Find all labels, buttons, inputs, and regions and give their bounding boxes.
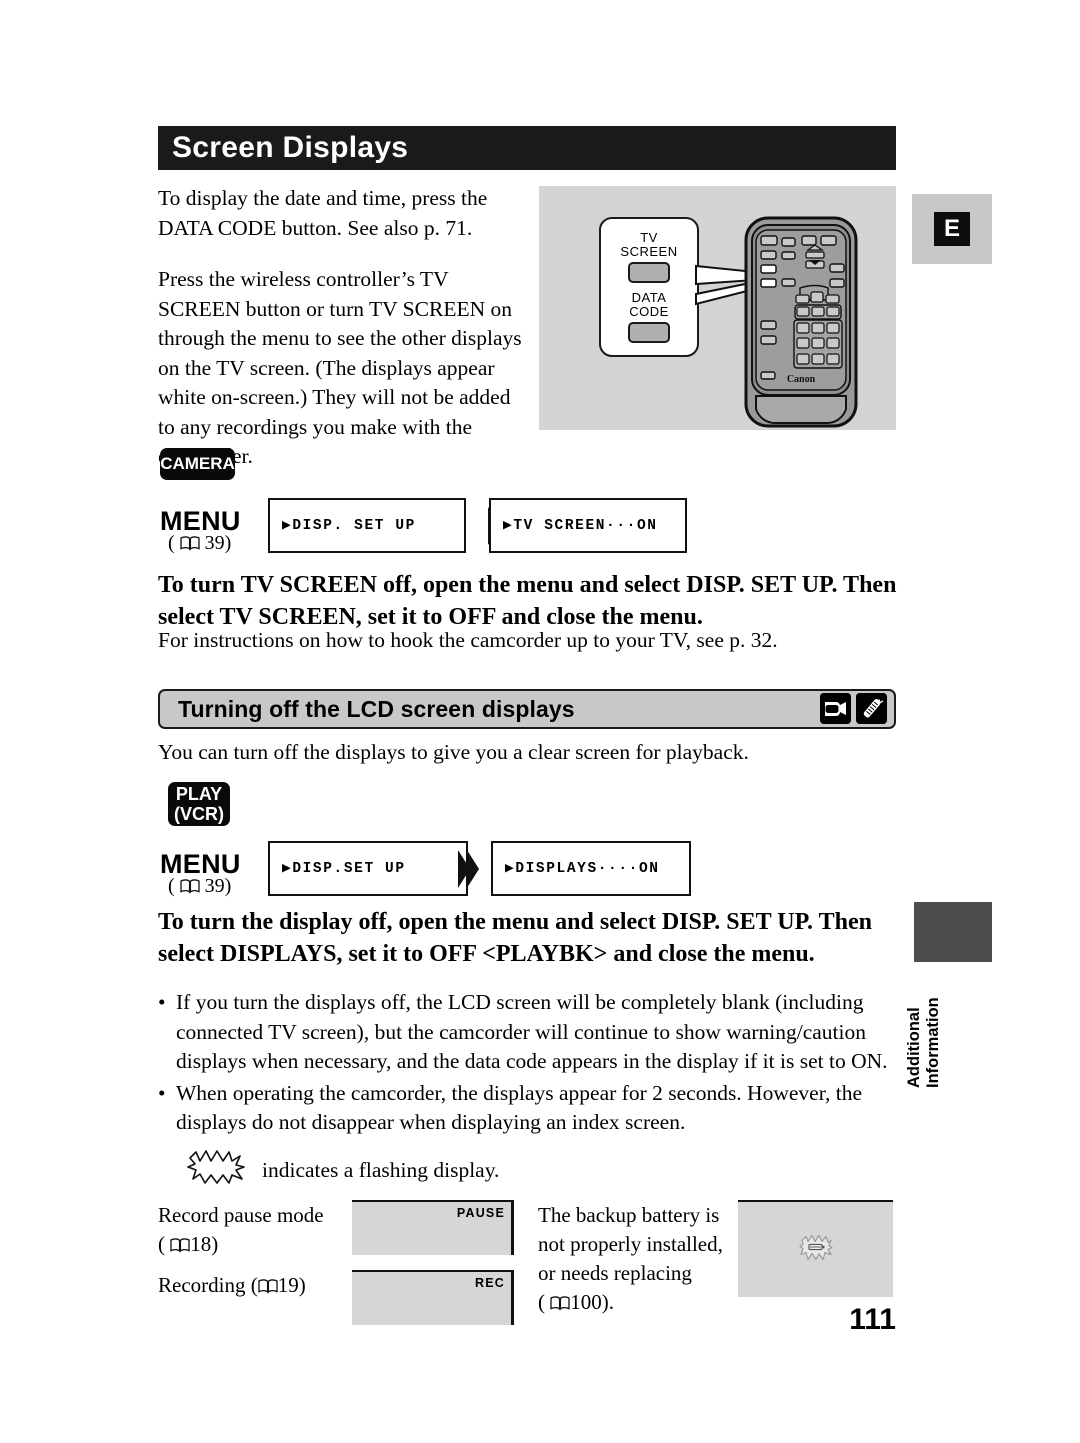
menu-ref-open-paren: ( — [168, 875, 175, 897]
display-row-label-line1: The backup battery is — [538, 1203, 720, 1227]
intro-paragraph-2: Press the wireless controller’s TV SCREE… — [158, 267, 522, 468]
mode-badge-camera: CAMERA — [160, 448, 235, 480]
section-intro-text: You can turn off the displays to give yo… — [158, 740, 749, 764]
menu-ref-page-number: 39 — [204, 532, 225, 554]
display-row-page-number: 18 — [190, 1232, 212, 1256]
list-item: • If you turn the displays off, the LCD … — [158, 988, 898, 1077]
svg-text:Canon: Canon — [787, 374, 816, 385]
list-item-text: If you turn the displays off, the LCD sc… — [176, 990, 888, 1073]
display-row-label-line2: ( 18) — [158, 1232, 219, 1256]
page-title: Screen Displays — [172, 131, 409, 164]
notes-bullet-list: • If you turn the displays off, the LCD … — [158, 988, 898, 1140]
display-screen-pause: PAUSE — [352, 1200, 514, 1255]
menu-screen-camera-2: ▶TV SCREEN···ON — [489, 498, 687, 553]
menu-screen-play-1-text: ▶DISP.SET UP — [282, 861, 406, 877]
mode-badge-play-line2: (VCR) — [174, 804, 224, 824]
section-thumb-tab — [914, 902, 992, 962]
intro-text-column: To display the date and time, press the … — [158, 184, 528, 472]
display-row-label-line4: ( 100). — [538, 1290, 614, 1314]
display-screen-rec: REC — [352, 1270, 514, 1325]
book-page-icon — [170, 1238, 190, 1253]
menu-ref-close-paren: ) — [224, 875, 232, 897]
display-screen-battery-warning — [738, 1200, 893, 1297]
menu-screen-play-1: ▶DISP.SET UP — [268, 841, 468, 896]
camera-instruction-bold: To turn TV SCREEN off, open the menu and… — [158, 572, 897, 630]
display-row-label-line2: not properly installed, — [538, 1232, 723, 1256]
display-indicator-rec: REC — [475, 1276, 505, 1290]
section-mode-icons — [820, 693, 887, 724]
display-row-page-number: 19 — [277, 1273, 299, 1297]
language-tab-label: E — [934, 212, 970, 246]
menu-screen-camera-2-text: ▶TV SCREEN···ON — [503, 518, 658, 534]
flashing-display-note: indicates a flashing display. — [186, 1150, 499, 1190]
language-tab: E — [912, 194, 992, 264]
bullet-marker: • — [158, 990, 166, 1014]
menu-screen-play-2-text: ▶DISPLAYS····ON — [505, 861, 660, 877]
mode-badge-play-line1: PLAY — [175, 784, 223, 804]
display-row-page-number: 100 — [570, 1290, 602, 1314]
display-indicator-pause: PAUSE — [456, 1206, 505, 1220]
menu-ref-close-paren: ) — [224, 532, 232, 554]
display-row-label-record-pause: Record pause mode ( 18) — [158, 1201, 358, 1259]
menu-ref-camera: ( 39) — [168, 532, 231, 555]
intro-paragraph-1: To display the date and time, press the … — [158, 186, 488, 240]
camcorder-icon — [820, 693, 851, 724]
flashing-burst-icon — [186, 1150, 248, 1190]
page-number: 111 — [849, 1303, 896, 1336]
book-page-icon — [180, 879, 200, 894]
list-item-text: When operating the camcorder, the displa… — [176, 1080, 863, 1135]
menu-ref-page-number: 39 — [204, 875, 225, 897]
page-title-bar: Screen Displays — [158, 126, 896, 170]
display-row-label-recording: Recording ( 19) — [158, 1271, 358, 1300]
flashing-battery-icon — [798, 1233, 833, 1266]
remote-control-illustration: Canon — [744, 216, 858, 428]
flashing-display-note-text: indicates a flashing display. — [262, 1157, 500, 1182]
play-instruction-bold: To turn the display off, open the menu a… — [158, 909, 872, 967]
book-page-icon — [550, 1296, 570, 1311]
bullet-marker: • — [158, 1080, 166, 1105]
display-row-label-line3: or needs replacing — [538, 1261, 692, 1285]
mode-badge-play-vcr: PLAY (VCR) — [168, 782, 230, 826]
book-page-icon — [258, 1279, 278, 1294]
section-heading-text: Turning off the LCD screen displays — [178, 695, 575, 722]
menu-ref-open-paren: ( — [168, 532, 175, 554]
list-item: • When operating the camcorder, the disp… — [158, 1079, 898, 1138]
wireless-controller-icon — [856, 693, 887, 724]
section-thumb-tab-label: Additional Information — [905, 997, 942, 1088]
wireless-controller-figure: TV SCREEN DATA CODE Canon — [539, 186, 896, 430]
menu-screen-play-2: ▶DISPLAYS····ON — [491, 841, 691, 896]
menu-screen-camera-1: ▶DISP. SET UP — [268, 498, 466, 553]
step-arrow-play — [456, 848, 480, 890]
display-row-label-line1: Recording ( 19) — [158, 1273, 306, 1297]
section-heading-bar: Turning off the LCD screen displays — [158, 689, 896, 729]
mode-badge-camera-label: CAMERA — [160, 454, 235, 473]
camera-instruction-plain: For instructions on how to hook the camc… — [158, 628, 778, 652]
menu-ref-play: ( 39) — [168, 875, 231, 898]
display-row-label-backup-battery: The backup battery is not properly insta… — [538, 1201, 753, 1317]
menu-screen-camera-1-text: ▶DISP. SET UP — [282, 518, 416, 534]
book-page-icon — [180, 536, 200, 551]
display-row-label-line1: Record pause mode — [158, 1203, 324, 1227]
